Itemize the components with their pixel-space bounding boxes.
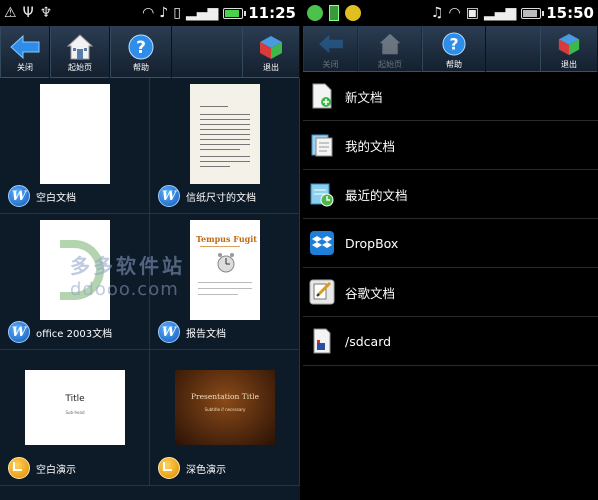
exit-button[interactable]: 退出: [540, 26, 598, 72]
close-button[interactable]: 关闭: [303, 26, 358, 72]
help-button[interactable]: ? 帮助: [110, 26, 172, 78]
clock: 15:50: [546, 4, 594, 22]
home-icon: [375, 29, 405, 59]
dropbox-icon: [307, 228, 337, 258]
word-w-icon: W: [158, 321, 180, 343]
clock: 11:25: [248, 4, 296, 22]
battery-saver-icon: [329, 5, 339, 21]
chat-app-icon: [307, 5, 323, 21]
battery-icon: [223, 7, 247, 19]
exit-button[interactable]: 退出: [242, 26, 300, 78]
list-item-my-documents[interactable]: 我的文档: [303, 121, 598, 170]
google-docs-icon: [307, 277, 337, 307]
status-bar: ♫ ◠ ▣ ▂▄▆ 15:50: [303, 0, 598, 26]
right-screen: ♫ ◠ ▣ ▂▄▆ 15:50 关闭 起始页 ? 帮助 退出 新文档 我的文档 …: [303, 0, 598, 500]
blank-pres-title: Title: [65, 394, 85, 404]
report-document-thumbnail: Tempus Fugit: [190, 220, 260, 320]
presentation-icon: [8, 457, 30, 479]
blank-document-thumbnail: [40, 84, 110, 184]
svg-text:?: ?: [449, 34, 458, 53]
vibrate-icon: ♫: [430, 5, 444, 21]
help-icon: ?: [439, 29, 469, 59]
left-screen: ⚠ Ψ ♆ ◠ ♪ ▯ ▂▄▆ 11:25 关闭 起始页 ? 帮助 退出 W 空…: [0, 0, 300, 500]
help-button[interactable]: ? 帮助: [422, 26, 486, 72]
toolbar: 关闭 起始页 ? 帮助 退出: [303, 26, 598, 72]
home-icon: [65, 32, 95, 62]
exit-cube-icon: [554, 29, 584, 59]
report-thumb-title: Tempus Fugit: [196, 234, 257, 244]
status-bar: ⚠ Ψ ♆ ◠ ♪ ▯ ▂▄▆ 11:25: [0, 0, 300, 26]
dark-presentation-thumbnail: Presentation Title Subtitle if necessary: [175, 370, 275, 445]
new-document-icon: [307, 81, 337, 111]
wifi-icon: ◠: [448, 5, 461, 21]
app-notification-icon: [345, 5, 361, 21]
list-item-sdcard[interactable]: /sdcard: [303, 317, 598, 366]
signal-icon: ▂▄▆: [185, 5, 219, 21]
clock-icon: [217, 253, 235, 273]
home-button[interactable]: 起始页: [50, 26, 110, 78]
dark-pres-subtitle: Subtitle if necessary: [204, 407, 246, 412]
usb-icon: Ψ: [22, 5, 34, 21]
back-arrow-icon: [316, 29, 346, 59]
list-item-dropbox[interactable]: DropBox: [303, 219, 598, 268]
recent-documents-icon: [307, 179, 337, 209]
blank-pres-subtitle: Sub-head: [65, 410, 85, 415]
template-blank-document[interactable]: W 空白文档: [0, 78, 150, 214]
template-letter-document[interactable]: W 信纸尺寸的文档: [150, 78, 300, 214]
template-dark-presentation[interactable]: Presentation Title Subtitle if necessary…: [150, 350, 300, 486]
close-button[interactable]: 关闭: [0, 26, 50, 78]
letter-document-thumbnail: [190, 84, 260, 184]
svg-text:?: ?: [136, 38, 146, 58]
list-item-google-docs[interactable]: 谷歌文档: [303, 268, 598, 317]
exit-cube-icon: [256, 32, 286, 62]
help-icon: ?: [126, 32, 156, 62]
mute-icon: ♪: [159, 5, 169, 21]
list-item-recent-documents[interactable]: 最近的文档: [303, 170, 598, 219]
sdcard-icon: [307, 326, 337, 356]
back-arrow-icon: [10, 32, 40, 62]
blank-presentation-thumbnail: Title Sub-head: [25, 370, 125, 445]
sim-icon: ▯: [173, 5, 181, 21]
sim-icon: ▣: [465, 5, 479, 21]
warning-icon: ⚠: [4, 5, 17, 21]
wifi-icon: ◠: [142, 5, 155, 21]
dark-pres-title: Presentation Title: [190, 392, 260, 401]
watermark: 多多软件站 ddooo.com: [70, 254, 185, 300]
my-documents-icon: [307, 130, 337, 160]
list-item-new-document[interactable]: 新文档: [303, 72, 598, 121]
document-source-list: 新文档 我的文档 最近的文档 DropBox 谷歌文档 /sdcard: [303, 72, 598, 366]
word-w-icon: W: [8, 185, 30, 207]
usb-debug-icon: ♆: [39, 5, 53, 21]
toolbar: 关闭 起始页 ? 帮助 退出: [0, 26, 300, 78]
battery-icon: [521, 7, 545, 19]
presentation-icon: [158, 457, 180, 479]
signal-icon: ▂▄▆: [483, 5, 517, 21]
template-blank-presentation[interactable]: Title Sub-head 空白演示: [0, 350, 150, 486]
home-button[interactable]: 起始页: [358, 26, 422, 72]
word-w-icon: W: [158, 185, 180, 207]
word-w-icon: W: [8, 321, 30, 343]
